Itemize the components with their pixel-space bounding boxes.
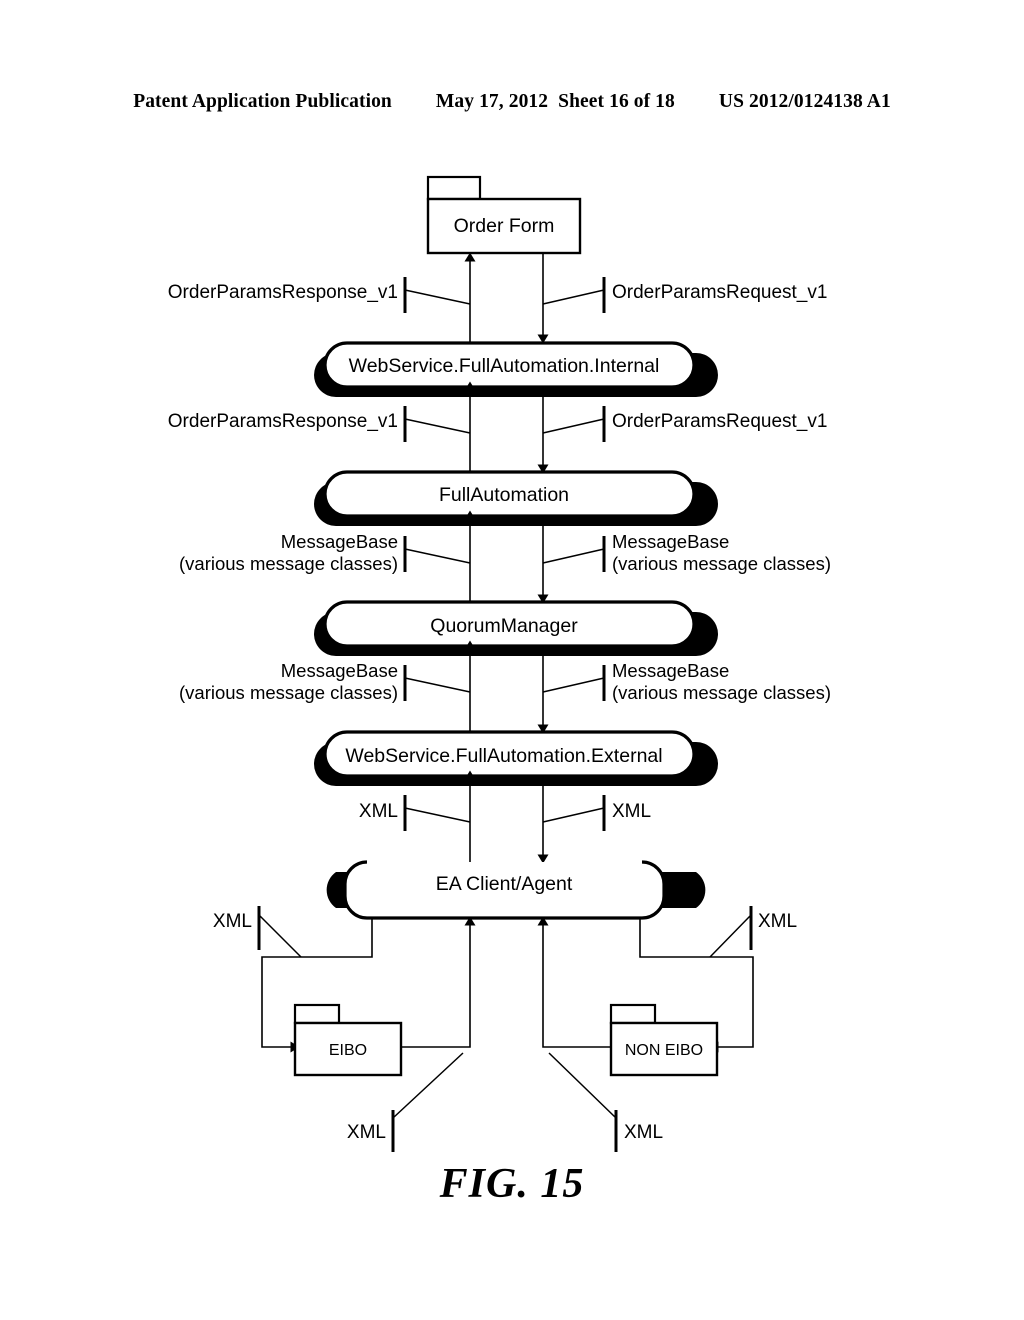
node-webservice-internal-label: WebService.FullAutomation.Internal [349, 355, 660, 377]
edge-label-xml-ws-right: XML [612, 801, 651, 822]
leader-line-xml-ea-right [709, 914, 752, 958]
edge-label-req-1: OrderParamsRequest_v1 [612, 282, 827, 303]
edge-label-msgbase-1-right-line1: MessageBase [612, 531, 729, 552]
patent-figure-sheet: Patent Application Publication May 17, 2… [0, 0, 1024, 1320]
leader-line-xml-ws-left [404, 807, 471, 823]
leader-line-msg-1-right [542, 548, 605, 564]
leader-line-xml-bottom-right [548, 1052, 617, 1119]
edge-label-msgbase-1-left-line2: (various message classes) [179, 553, 398, 574]
node-ea-client-agent-label: EA Client/Agent [436, 873, 573, 895]
edge-label-msgbase-1-right-line2: (various message classes) [612, 553, 831, 574]
edge-label-resp-1: OrderParamsResponse_v1 [168, 282, 398, 303]
edge-label-msgbase-1-left-line1: MessageBase [281, 531, 398, 552]
node-non-eibo-package: NON EIBO [609, 1003, 719, 1077]
edge-label-req-2: OrderParamsRequest_v1 [612, 411, 827, 432]
edge-label-msgbase-2-right-line1: MessageBase [612, 660, 729, 681]
leader-line-xml-ws-right [542, 807, 605, 823]
node-quorum-manager-label: QuorumManager [430, 615, 578, 637]
leader-line-xml-ea-left [258, 914, 302, 958]
node-ea-client-agent: EA Client/Agent [326, 860, 706, 920]
leader-line-req-2 [542, 418, 605, 434]
leader-line-msg-2-right [542, 677, 605, 693]
figure-diagram-canvas: Order Form OrderParamsResponse_v1 OrderP… [168, 175, 831, 1152]
leader-line-resp-1 [404, 289, 471, 305]
edge-label-xml-bottom-left: XML [347, 1122, 386, 1143]
edge-label-msgbase-2-left-line2: (various message classes) [179, 682, 398, 703]
leader-line-req-1 [542, 289, 605, 305]
edge-label-msgbase-2-right-line2: (various message classes) [612, 682, 831, 703]
figure-caption: FIG. 15 [439, 1161, 585, 1207]
node-order-form-label: Order Form [454, 215, 555, 237]
node-quorum-manager: QuorumManager [314, 600, 718, 656]
node-order-form: Order Form [426, 175, 582, 255]
leader-line-msg-1-left [404, 548, 471, 564]
edge-label-xml-ea-left: XML [213, 911, 252, 932]
node-webservice-external: WebService.FullAutomation.External [314, 730, 718, 786]
leader-line-xml-bottom-left [392, 1052, 464, 1119]
edge-label-resp-2: OrderParamsResponse_v1 [168, 411, 398, 432]
node-webservice-external-label: WebService.FullAutomation.External [345, 745, 662, 767]
edge-non-eibo-to-ea [537, 916, 610, 1048]
edge-label-xml-ea-right: XML [758, 911, 797, 932]
edge-eibo-to-ea [401, 916, 476, 1048]
node-full-automation: FullAutomation [314, 470, 718, 526]
leader-line-resp-2 [404, 418, 471, 434]
node-eibo-label: EIBO [329, 1042, 367, 1059]
edge-label-msgbase-2-left-line1: MessageBase [281, 660, 398, 681]
node-webservice-internal: WebService.FullAutomation.Internal [314, 341, 718, 397]
node-eibo-package: EIBO [293, 1003, 403, 1077]
edge-label-xml-bottom-right: XML [624, 1122, 663, 1143]
node-non-eibo-label: NON EIBO [625, 1042, 703, 1059]
edge-label-xml-ws-left: XML [359, 801, 398, 822]
node-full-automation-label: FullAutomation [439, 484, 569, 506]
leader-line-msg-2-left [404, 677, 471, 693]
